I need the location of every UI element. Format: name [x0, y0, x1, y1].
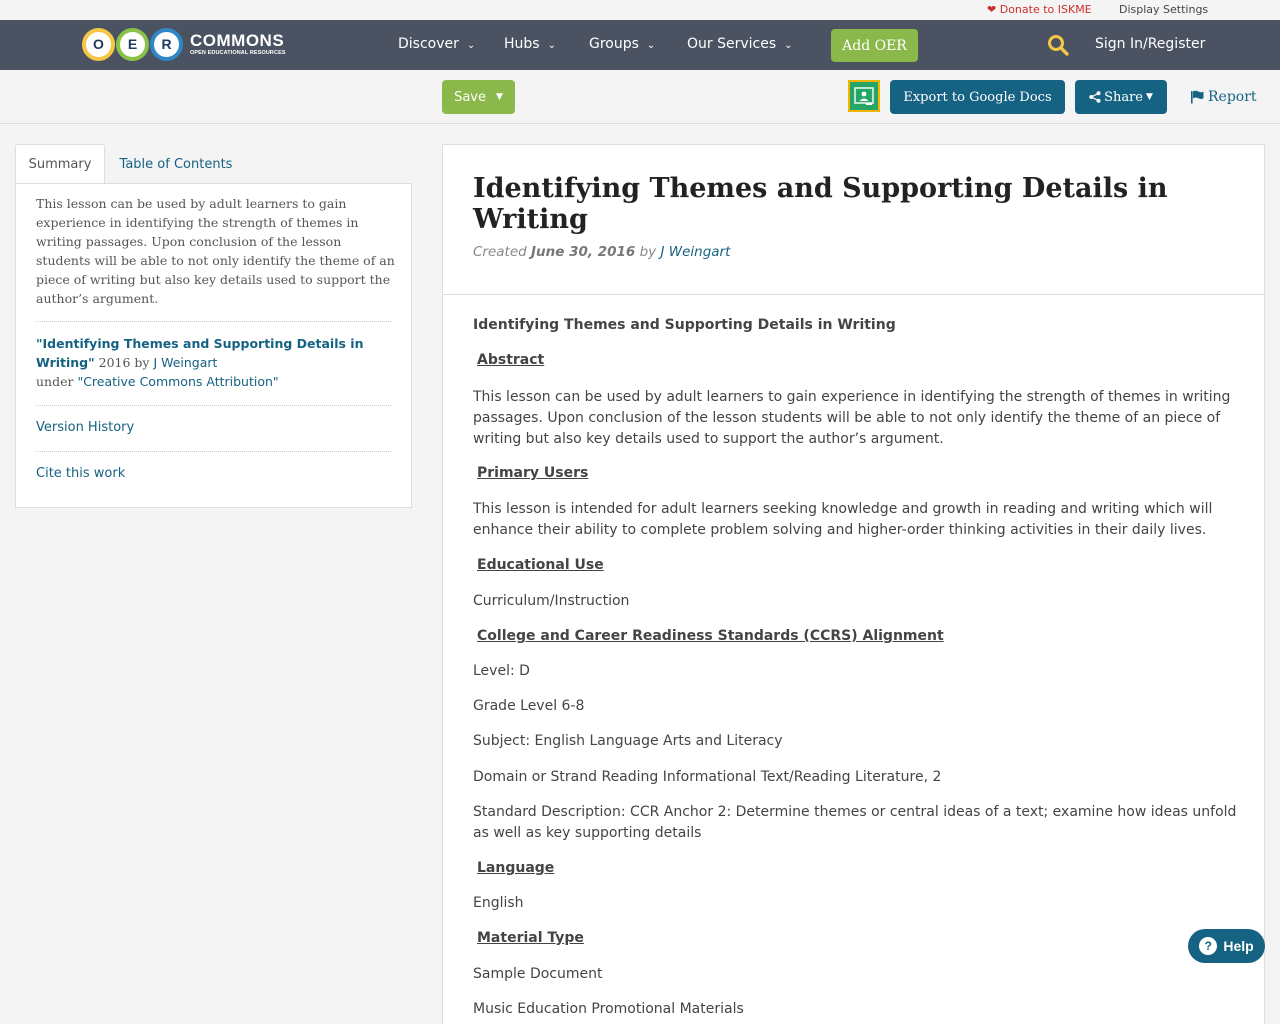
nav-hubs[interactable]: Hubs ⌄ — [504, 36, 556, 52]
google-classroom-glyph — [854, 87, 874, 105]
section-heading: Language — [477, 860, 555, 876]
share-icon — [1089, 91, 1101, 103]
donate-link[interactable]: ❤ Donate to ISKME — [987, 3, 1092, 16]
content-paragraph: This lesson can be used by adult learner… — [473, 389, 1231, 447]
logo-letter-r: R — [150, 27, 183, 61]
flag-icon — [1191, 90, 1204, 104]
nav-our-services-label: Our Services — [687, 36, 777, 52]
heart-icon: ❤ — [987, 3, 997, 16]
content-paragraph: Curriculum/Instruction — [473, 593, 630, 609]
chevron-down-icon: ⌄ — [547, 39, 556, 51]
content-paragraph: Standard Description: CCR Anchor 2: Dete… — [473, 804, 1237, 841]
utility-bar: ❤ Donate to ISKME Display Settings — [0, 0, 1280, 20]
nav-discover-label: Discover — [398, 36, 459, 52]
add-oer-button[interactable]: Add OER — [831, 29, 918, 62]
tab-table-of-contents[interactable]: Table of Contents — [105, 144, 247, 184]
main-navbar: O E R COMMONS OPEN EDUCATIONAL RESOURCES… — [0, 20, 1280, 70]
nav-hubs-label: Hubs — [504, 36, 540, 52]
resource-header: Identifying Themes and Supporting Detail… — [443, 145, 1264, 295]
cite-this-work-link[interactable]: Cite this work — [36, 466, 125, 481]
content-paragraph: English — [473, 895, 524, 911]
caret-down-icon: ▼ — [1146, 92, 1153, 102]
content-paragraph: Sample Document — [473, 966, 603, 982]
by-label: by — [635, 244, 661, 260]
attribution-author-link[interactable]: J Weingart — [153, 355, 217, 370]
divider — [36, 451, 391, 452]
nav-discover[interactable]: Discover ⌄ — [398, 36, 475, 52]
save-button[interactable]: Save ▼ — [442, 80, 515, 114]
content-paragraph: This lesson is intended for adult learne… — [473, 501, 1213, 538]
question-icon: ? — [1199, 937, 1218, 955]
resource-card: Identifying Themes and Supporting Detail… — [442, 144, 1265, 1024]
section-heading: Primary Users — [477, 465, 589, 481]
report-label: Report — [1208, 89, 1257, 105]
logo-letter-e: E — [116, 27, 149, 61]
logo-tagline: OPEN EDUCATIONAL RESOURCES — [190, 49, 286, 56]
author-link[interactable]: J Weingart — [660, 244, 730, 260]
section-heading: Material Type — [477, 930, 584, 946]
logo-wordmark: COMMONS OPEN EDUCATIONAL RESOURCES — [190, 32, 286, 57]
version-history-link[interactable]: Version History — [36, 420, 134, 435]
content-paragraph: Grade Level 6-8 — [473, 698, 585, 714]
google-classroom-icon[interactable] — [848, 80, 880, 112]
license-link[interactable]: "Creative Commons Attribution" — [77, 374, 278, 389]
divider — [36, 405, 391, 406]
logo-wordmark-text: COMMONS — [190, 30, 285, 50]
oer-commons-logo[interactable]: O E R COMMONS OPEN EDUCATIONAL RESOURCES — [82, 26, 286, 62]
tab-summary[interactable]: Summary — [15, 144, 105, 184]
content-title: Identifying Themes and Supporting Detail… — [473, 317, 896, 333]
content-paragraph: Level: D — [473, 663, 530, 679]
report-link[interactable]: Report — [1190, 89, 1257, 105]
help-label: Help — [1223, 938, 1254, 954]
nav-our-services[interactable]: Our Services ⌄ — [687, 36, 793, 52]
created-label: Created — [473, 244, 532, 260]
caret-down-icon: ▼ — [496, 92, 503, 102]
section-heading: Abstract — [477, 352, 545, 368]
donate-label: Donate to ISKME — [999, 3, 1092, 16]
created-date: June 30, 2016 — [531, 244, 636, 260]
chevron-down-icon: ⌄ — [646, 39, 656, 51]
help-button[interactable]: ? Help — [1188, 929, 1265, 963]
resource-action-bar: Save ▼ Export to Google Docs Share ▼ Repor… — [0, 70, 1280, 124]
section-heading: Educational Use — [477, 557, 604, 573]
divider — [36, 321, 391, 322]
share-button-label: Share — [1104, 89, 1143, 105]
save-button-label: Save — [454, 89, 486, 105]
resource-title: Identifying Themes and Supporting Detail… — [473, 173, 1168, 235]
display-settings-link[interactable]: Display Settings — [1119, 3, 1208, 16]
content-paragraph: Domain or Strand Reading Informational T… — [473, 769, 942, 785]
section-heading: College and Career Readiness Standards (… — [477, 628, 944, 644]
chevron-down-icon: ⌄ — [466, 39, 476, 51]
chevron-down-icon: ⌄ — [784, 39, 793, 51]
share-button[interactable]: Share ▼ — [1075, 80, 1167, 114]
export-google-docs-button[interactable]: Export to Google Docs — [890, 80, 1065, 114]
content-paragraph: Subject: English Language Arts and Liter… — [473, 733, 783, 749]
summary-panel: This lesson can be used by adult learner… — [15, 183, 412, 508]
content-paragraph: Music Education Promotional Materials — [473, 1001, 744, 1017]
summary-text: This lesson can be used by adult learner… — [36, 196, 395, 306]
attribution-block: "Identifying Themes and Supporting Detai… — [36, 334, 396, 391]
nav-groups-label: Groups — [589, 36, 639, 52]
search-icon[interactable] — [1047, 34, 1069, 56]
sign-in-register-link[interactable]: Sign In/Register — [1095, 36, 1205, 52]
attribution-under: under — [36, 374, 78, 389]
nav-groups[interactable]: Groups ⌄ — [589, 36, 655, 52]
resource-meta: Created June 30, 2016 by J Weingart — [473, 244, 730, 260]
attribution-year-by: 2016 by — [94, 355, 154, 370]
logo-letter-o: O — [82, 27, 115, 61]
